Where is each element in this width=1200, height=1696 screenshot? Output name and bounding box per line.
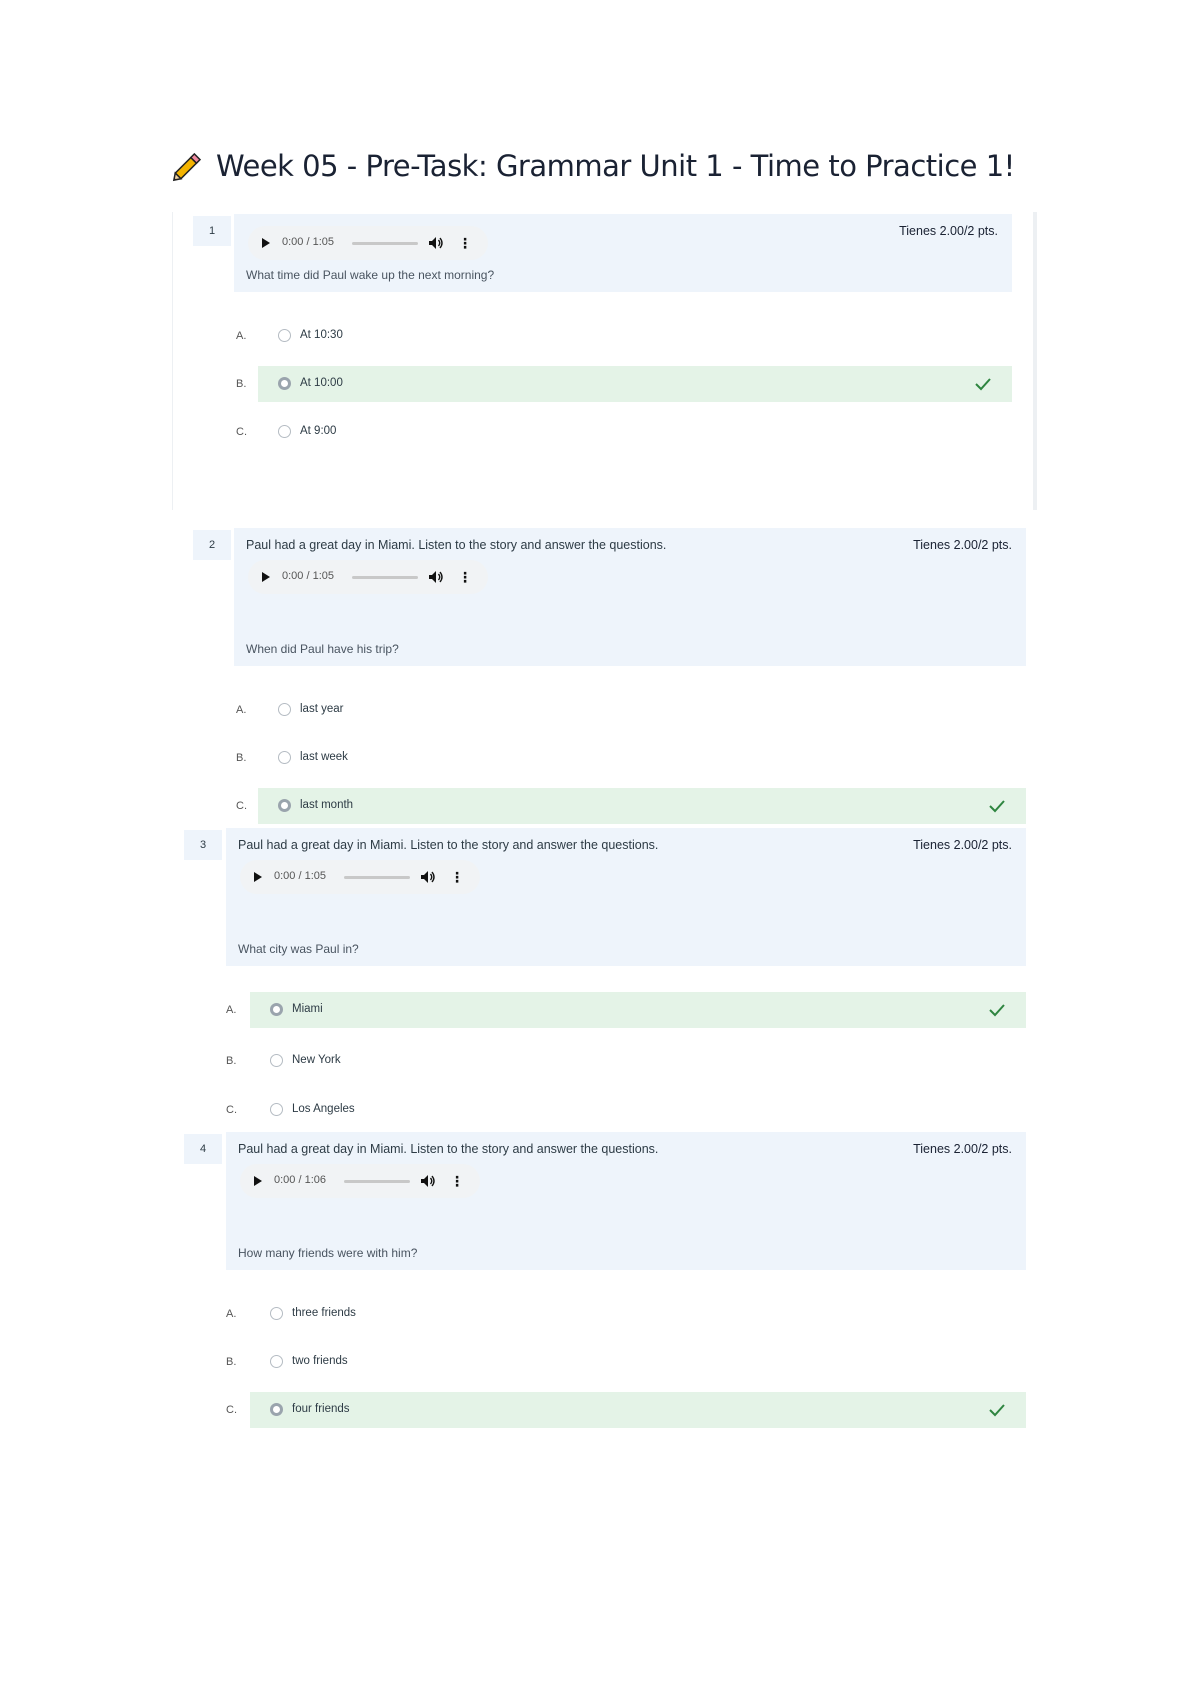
more-vertical-icon[interactable]: ⋮ xyxy=(458,570,472,584)
answer-option[interactable]: At 9:00 xyxy=(258,414,1012,450)
points-badge: Tienes 2.00/2 pts. xyxy=(913,838,1012,852)
answer-option-correct[interactable]: At 10:00 xyxy=(258,366,1012,402)
option-letter: C. xyxy=(236,800,247,812)
answer-option[interactable]: two friends xyxy=(250,1344,1026,1380)
play-icon[interactable] xyxy=(262,238,270,248)
audio-time: 0:00 / 1:05 xyxy=(282,570,334,582)
radio-button[interactable] xyxy=(270,1403,283,1416)
option-label: Miami xyxy=(292,1003,323,1015)
radio-button[interactable] xyxy=(278,329,291,342)
question-intro: Paul had a great day in Miami. Listen to… xyxy=(238,838,659,852)
audio-progress-track[interactable] xyxy=(344,876,410,879)
option-label: last week xyxy=(300,751,348,763)
question-number: 2 xyxy=(193,530,231,560)
answer-option[interactable]: last year xyxy=(258,692,1026,728)
option-label: At 10:00 xyxy=(300,377,343,389)
answer-option-correct[interactable]: four friends xyxy=(250,1392,1026,1428)
option-label: New York xyxy=(292,1054,341,1066)
question-prompt: When did Paul have his trip? xyxy=(246,642,399,656)
radio-button[interactable] xyxy=(270,1307,283,1320)
audio-progress-track[interactable] xyxy=(352,576,418,579)
radio-button[interactable] xyxy=(278,377,291,390)
play-icon[interactable] xyxy=(254,1176,262,1186)
radio-button[interactable] xyxy=(278,799,291,812)
volume-icon[interactable] xyxy=(420,1174,436,1188)
audio-player[interactable]: 0:00 / 1:05 ⋮ xyxy=(248,560,488,594)
answer-option-correct[interactable]: Miami xyxy=(250,992,1026,1028)
option-letter: B. xyxy=(226,1356,237,1368)
option-label: Los Angeles xyxy=(292,1103,355,1115)
question-intro: Paul had a great day in Miami. Listen to… xyxy=(238,1142,659,1156)
option-letter: A. xyxy=(236,704,247,716)
volume-icon[interactable] xyxy=(428,236,444,250)
radio-button[interactable] xyxy=(270,1355,283,1368)
question-prompt: What time did Paul wake up the next morn… xyxy=(246,268,495,282)
question-header: Paul had a great day in Miami. Listen to… xyxy=(226,828,1026,966)
answer-option[interactable]: last week xyxy=(258,740,1026,776)
question-number: 3 xyxy=(184,830,222,860)
radio-button[interactable] xyxy=(278,425,291,438)
option-label: three friends xyxy=(292,1307,356,1319)
audio-player[interactable]: 0:00 / 1:06 ⋮ xyxy=(240,1164,480,1198)
option-label: four friends xyxy=(292,1403,350,1415)
pencil-icon xyxy=(172,152,202,182)
audio-progress-track[interactable] xyxy=(344,1180,410,1183)
option-label: last year xyxy=(300,703,344,715)
option-letter: B. xyxy=(226,1055,237,1067)
option-letter: A. xyxy=(226,1004,237,1016)
more-vertical-icon[interactable]: ⋮ xyxy=(458,236,472,250)
play-icon[interactable] xyxy=(254,872,262,882)
question-number: 4 xyxy=(184,1134,222,1164)
volume-icon[interactable] xyxy=(420,870,436,884)
checkmark-icon xyxy=(989,1004,1005,1017)
answer-option[interactable]: New York xyxy=(250,1043,1026,1079)
radio-button[interactable] xyxy=(270,1054,283,1067)
radio-button[interactable] xyxy=(278,703,291,716)
more-vertical-icon[interactable]: ⋮ xyxy=(450,1174,464,1188)
audio-progress-track[interactable] xyxy=(352,242,418,245)
option-letter: B. xyxy=(236,378,247,390)
checkmark-icon xyxy=(989,1404,1005,1417)
page-title-text: Week 05 - Pre-Task: Grammar Unit 1 - Tim… xyxy=(216,149,1015,183)
option-letter: C. xyxy=(226,1104,237,1116)
question-prompt: How many friends were with him? xyxy=(238,1246,418,1260)
audio-player[interactable]: 0:00 / 1:05 ⋮ xyxy=(248,226,488,260)
audio-time: 0:00 / 1:05 xyxy=(282,236,334,248)
checkmark-icon xyxy=(989,800,1005,813)
audio-time: 0:00 / 1:06 xyxy=(274,1174,326,1186)
page-title: Week 05 - Pre-Task: Grammar Unit 1 - Tim… xyxy=(170,148,1015,184)
option-label: last month xyxy=(300,799,354,811)
points-badge: Tienes 2.00/2 pts. xyxy=(899,224,998,238)
radio-button[interactable] xyxy=(270,1103,283,1116)
question-intro: Paul had a great day in Miami. Listen to… xyxy=(246,538,667,552)
option-letter: A. xyxy=(226,1308,237,1320)
question-header: Paul had a great day in Miami. Listen to… xyxy=(226,1132,1026,1270)
radio-button[interactable] xyxy=(278,751,291,764)
more-vertical-icon[interactable]: ⋮ xyxy=(450,870,464,884)
points-badge: Tienes 2.00/2 pts. xyxy=(913,538,1012,552)
question-number: 1 xyxy=(193,216,231,246)
answer-option[interactable]: At 10:30 xyxy=(258,318,1012,354)
option-label: two friends xyxy=(292,1355,348,1367)
option-letter: B. xyxy=(236,752,247,764)
option-label: At 10:30 xyxy=(300,329,343,341)
option-letter: C. xyxy=(236,426,247,438)
answer-option-correct[interactable]: last month xyxy=(258,788,1026,824)
play-icon[interactable] xyxy=(262,572,270,582)
radio-button[interactable] xyxy=(270,1003,283,1016)
answer-option[interactable]: Los Angeles xyxy=(250,1092,1026,1128)
checkmark-icon xyxy=(975,378,991,391)
question-header: Tienes 2.00/2 pts. 0:00 / 1:05 ⋮ What ti… xyxy=(234,214,1012,292)
answer-option[interactable]: three friends xyxy=(250,1296,1026,1332)
volume-icon[interactable] xyxy=(428,570,444,584)
option-letter: C. xyxy=(226,1404,237,1416)
question-header: Paul had a great day in Miami. Listen to… xyxy=(234,528,1026,666)
audio-time: 0:00 / 1:05 xyxy=(274,870,326,882)
option-letter: A. xyxy=(236,330,247,342)
question-prompt: What city was Paul in? xyxy=(238,942,359,956)
option-label: At 9:00 xyxy=(300,425,337,437)
audio-player[interactable]: 0:00 / 1:05 ⋮ xyxy=(240,860,480,894)
points-badge: Tienes 2.00/2 pts. xyxy=(913,1142,1012,1156)
